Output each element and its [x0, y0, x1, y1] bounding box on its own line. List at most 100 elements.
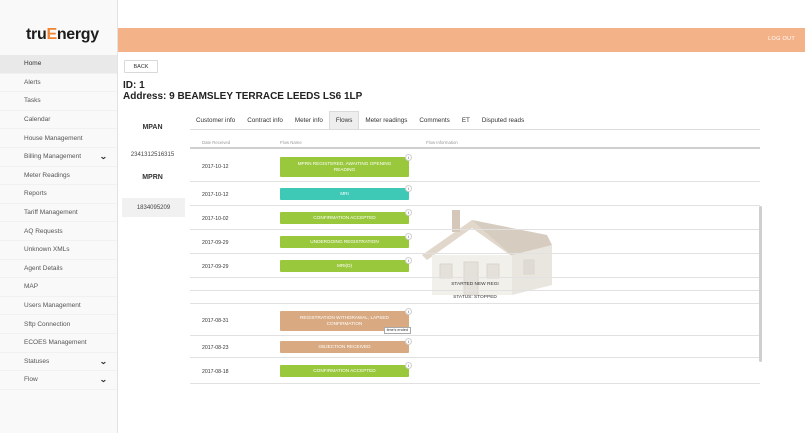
row-date: 2017-09-29	[202, 240, 229, 246]
flow-pill[interactable]: MRI(D) i	[280, 257, 412, 272]
table-row: 2017-08-23 OBJECTION RECEIVED i	[190, 336, 760, 358]
info-icon[interactable]: i	[405, 338, 412, 345]
table-row: STATUS: STOPPED	[190, 291, 760, 304]
sidebar-item-users-management[interactable]: Users Management	[0, 297, 117, 316]
table-row: 2017-10-12 MRI i	[190, 182, 760, 206]
tab-customer-info[interactable]: Customer info	[190, 111, 241, 129]
sidebar-item-statuses[interactable]: Statuses ⌄	[0, 353, 117, 372]
sidebar-item-map[interactable]: MAP	[0, 278, 117, 297]
sidebar-item-calendar[interactable]: Calendar	[0, 111, 117, 130]
tab-meter-readings[interactable]: Meter readings	[359, 111, 413, 129]
sidebar-item-label: Unknown XMLs	[24, 246, 70, 254]
row-date: 2017-08-23	[202, 345, 229, 351]
tab-contract-info[interactable]: Contract info	[241, 111, 289, 129]
table-row: 2017-08-31 REGISTRATION WITHDRAWAL, LAPS…	[190, 304, 760, 336]
flow-pill[interactable]: MRI i	[280, 185, 412, 200]
info-icon[interactable]: i	[405, 362, 412, 369]
info-icon[interactable]: i	[405, 209, 412, 216]
flow-pill[interactable]: OBJECTION RECEIVED i	[280, 338, 412, 353]
sidebar-item-label: Alerts	[24, 78, 41, 86]
flow-pill[interactable]: CONFIRMATION ACCEPTED i	[280, 209, 412, 224]
sidebar-item-label: Reports	[24, 190, 47, 198]
sidebar-item-label: House Management	[24, 134, 83, 142]
tab-disputed-reads[interactable]: Disputed reads	[476, 111, 530, 129]
mprn-value-box: 1834095209	[122, 198, 185, 217]
row-date: 2017-10-12	[202, 192, 229, 198]
sidebar-item-label: Calendar	[24, 116, 51, 124]
sidebar-item-tariff-management[interactable]: Tariff Management	[0, 204, 117, 223]
row-date: 2017-10-02	[202, 216, 229, 222]
flow-pill-label: OBJECTION RECEIVED	[318, 344, 371, 349]
back-button[interactable]: BACK	[124, 60, 158, 73]
meter-info-panel: MPAN 2341312516315 MPRN	[118, 124, 187, 181]
status-text: STARTED NEW REGI	[451, 282, 499, 287]
flow-pill-label: MPRN REGISTERED, AWAITING OPENING READIN…	[297, 161, 392, 172]
tab-flows[interactable]: Flows	[328, 111, 360, 129]
sidebar-item-home[interactable]: Home	[0, 55, 117, 74]
row-date: 2017-10-12	[202, 164, 229, 170]
tab-et[interactable]: ET	[456, 111, 476, 129]
sidebar-item-label: Meter Readings	[24, 171, 70, 179]
flow-pill[interactable]: UNDERGOING REGISTRATION i	[280, 233, 412, 248]
column-header-date: Date Received	[202, 140, 231, 145]
sidebar-item-label: Home	[24, 60, 42, 68]
chevron-down-icon: ⌄	[99, 375, 108, 385]
sidebar-item-sftp-connection[interactable]: Sftp Connection	[0, 315, 117, 334]
flow-pill-label: MRI	[340, 191, 349, 196]
mprn-label: MPRN	[142, 174, 163, 181]
table-row: 2017-09-29 MRI(D) i	[190, 254, 760, 278]
chevron-down-icon: ⌄	[99, 356, 108, 366]
sidebar-item-billing-management[interactable]: Billing Management ⌄	[0, 148, 117, 167]
row-date: 2017-09-29	[202, 264, 229, 270]
sidebar-item-agent-details[interactable]: Agent Details	[0, 260, 117, 279]
table-scrollbar[interactable]	[759, 206, 762, 362]
column-header-flow-name: Flow Name	[280, 140, 302, 145]
row-date: 2017-08-31	[202, 318, 229, 324]
app-logo[interactable]: truEnergy	[0, 0, 117, 55]
tab-meter-info[interactable]: Meter info	[289, 111, 329, 129]
mprn-value: 1834095209	[136, 204, 171, 211]
sidebar-item-alerts[interactable]: Alerts	[0, 74, 117, 93]
table-row: STARTED NEW REGI	[190, 278, 760, 291]
flow-pill-label: CONFIRMATION ACCEPTED	[313, 215, 376, 220]
sidebar-nav: Home Alerts Tasks Calendar House Managem…	[0, 55, 117, 390]
table-row: 2017-10-12 MPRN REGISTERED, AWAITING OPE…	[190, 151, 760, 182]
info-icon[interactable]: i	[405, 185, 412, 192]
info-icon[interactable]: i	[405, 257, 412, 264]
flow-pill-label: MRI(D)	[336, 263, 353, 268]
sidebar-item-flow[interactable]: Flow ⌄	[0, 371, 117, 390]
flows-table-body: 2017-10-12 MPRN REGISTERED, AWAITING OPE…	[190, 151, 760, 384]
sidebar-item-aq-requests[interactable]: AQ Requests	[0, 222, 117, 241]
info-icon[interactable]: i	[405, 233, 412, 240]
sidebar-item-label: MAP	[24, 283, 39, 291]
tab-comments[interactable]: Comments	[413, 111, 455, 129]
top-header-bar: LOG OUT	[118, 28, 805, 52]
logout-link[interactable]: LOG OUT	[768, 36, 795, 42]
info-icon[interactable]: i	[405, 154, 412, 161]
row-date: 2017-08-18	[202, 369, 229, 375]
tooltip: time's ended	[383, 327, 411, 334]
flow-pill[interactable]: CONFIRMATION ACCEPTED i	[280, 362, 412, 377]
flow-pill[interactable]: REGISTRATION WITHDRAWAL, LAPSED CONFIRMA…	[280, 308, 412, 334]
mpan-value: 2341312516315	[130, 152, 175, 158]
sidebar-item-label: Statuses	[24, 357, 50, 365]
sidebar-item-ecoes-management[interactable]: ECOES Management	[0, 334, 117, 353]
flow-pill-label: CONFIRMATION ACCEPTED	[313, 368, 376, 373]
sidebar-item-label: ECOES Management	[24, 339, 87, 347]
sidebar-item-meter-readings[interactable]: Meter Readings	[0, 167, 117, 186]
record-id: ID: 1	[123, 80, 145, 91]
tabs-divider	[190, 129, 760, 130]
sidebar-item-label: AQ Requests	[24, 227, 63, 235]
address-title: Address: 9 BEAMSLEY TERRACE LEEDS LS6 1L…	[123, 91, 363, 102]
flow-pill[interactable]: MPRN REGISTERED, AWAITING OPENING READIN…	[280, 154, 412, 177]
info-icon[interactable]: i	[405, 308, 412, 315]
sidebar-item-unknown-xmls[interactable]: Unknown XMLs	[0, 241, 117, 260]
sidebar-item-reports[interactable]: Reports	[0, 185, 117, 204]
column-header-flow-info: Flow Information	[426, 140, 458, 145]
sidebar-item-house-management[interactable]: House Management	[0, 129, 117, 148]
table-row: 2017-09-29 UNDERGOING REGISTRATION i	[190, 230, 760, 254]
sidebar-item-tasks[interactable]: Tasks	[0, 92, 117, 111]
sidebar-item-label: Agent Details	[24, 264, 63, 272]
sidebar-item-label: Sftp Connection	[24, 320, 71, 328]
sidebar-item-label: Users Management	[24, 302, 81, 310]
